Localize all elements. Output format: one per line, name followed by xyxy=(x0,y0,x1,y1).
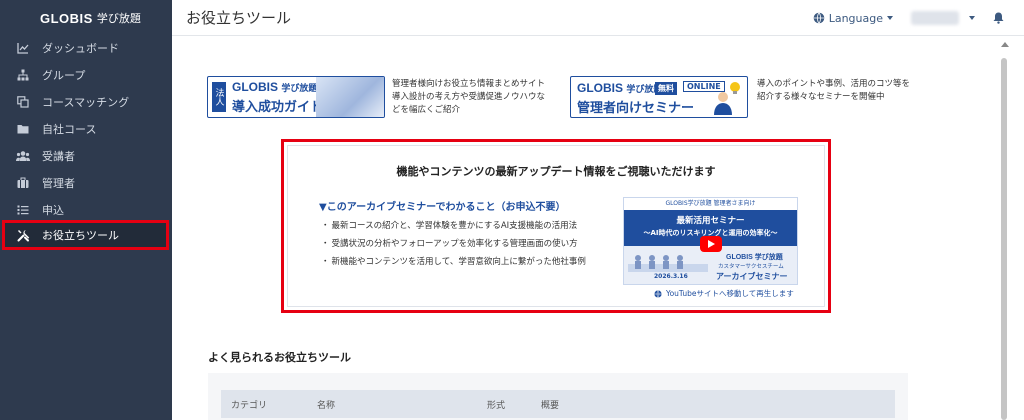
hierarchy-icon xyxy=(16,68,30,82)
logo-product: 学び放題 xyxy=(96,12,141,25)
banner-admin-seminar-description: 導入のポイントや事例、活用のコツ等を 紹介する様々なセミナーを開催中 xyxy=(757,79,911,102)
globis-logo[interactable]: GLOBIS 学び放題 xyxy=(0,0,172,36)
header-actions: Language xyxy=(813,0,1004,36)
featured-update-card: 機能やコンテンツの最新アップデート情報をご視聴いただけます ▼このアーカイブセミ… xyxy=(287,145,825,307)
sidebar-item-dashboard[interactable]: ダッシュボード xyxy=(0,34,172,62)
tools-icon xyxy=(16,228,30,242)
featured-heading: 機能やコンテンツの最新アップデート情報をご視聴いただけます xyxy=(396,165,716,178)
logo-brand: GLOBIS xyxy=(40,10,93,26)
table-header-row: カテゴリ 名称 形式 概要 xyxy=(221,390,895,418)
sidebar-item-useful-tools[interactable]: お役立ちツール xyxy=(2,220,169,250)
featured-subheading: ▼このアーカイブセミナーでわかること（お申込不要） xyxy=(319,202,566,213)
video-archive-label: アーカイブセミナー xyxy=(716,272,788,281)
sidebar-item-label: コースマッチング xyxy=(42,96,130,109)
sidebar-item-label: グループ xyxy=(42,69,86,82)
column-header-summary: 概要 xyxy=(541,401,560,411)
people-illustration-icon xyxy=(628,255,708,272)
banner-success-guide[interactable]: 法人 GLOBIS 学び放題 導入成功ガイド xyxy=(207,76,385,118)
banner-brand: GLOBIS xyxy=(577,81,624,95)
globe-icon xyxy=(654,289,662,298)
play-button[interactable] xyxy=(700,236,722,252)
users-icon xyxy=(16,149,30,163)
globe-icon xyxy=(813,12,825,24)
top-header: お役立ちツール Language xyxy=(172,0,1024,36)
scroll-up-arrow[interactable] xyxy=(1001,42,1009,47)
column-header-format: 形式 xyxy=(487,401,506,411)
column-header-category: カテゴリ xyxy=(231,401,268,411)
youtube-link[interactable]: YouTubeサイトへ移動して再生します xyxy=(654,288,794,299)
corporate-tag: 法人 xyxy=(212,82,226,112)
sidebar: GLOBIS 学び放題 ダッシュボード グループ コースマッチング 自社コース … xyxy=(0,0,172,420)
sidebar-item-label: 自社コース xyxy=(42,123,97,136)
scrollbar-thumb[interactable] xyxy=(1001,58,1007,420)
video-logo-sub: カスタマーサクセスチーム xyxy=(718,264,784,270)
sidebar-item-label: 受講者 xyxy=(42,150,75,163)
briefcase-icon xyxy=(16,176,30,190)
video-top-label: GLOBIS学び放題 管理者さま向け xyxy=(624,198,797,210)
banner-logo: GLOBIS 学び放題 xyxy=(577,81,662,95)
list-item: 最新コースの紹介と、学習体験を豊かにするAI支援機能の活用法 xyxy=(321,218,586,236)
free-badge: 無料 xyxy=(655,82,677,95)
banner-admin-seminar[interactable]: GLOBIS 学び放題 無料 ONLINE 管理者向けセミナー xyxy=(570,76,748,118)
banner-success-guide-description: 管理者様向けお役立ち情報まとめサイト 導入設計の考え方や受講促進ノウハウな どを… xyxy=(392,79,546,115)
chevron-down-icon xyxy=(969,16,975,20)
sidebar-item-label: 管理者 xyxy=(42,177,75,190)
folder-icon xyxy=(16,122,30,136)
section-title: よく見られるお役立ちツール xyxy=(208,351,351,364)
banner-photo xyxy=(316,77,384,117)
list-item: 受講状況の分析やフォローアップを効率化する管理画面の使い方 xyxy=(321,236,586,254)
page-title: お役立ちツール xyxy=(186,9,292,27)
column-header-name: 名称 xyxy=(317,401,336,411)
banner-title: 管理者向けセミナー xyxy=(577,101,695,116)
sidebar-item-course-matching[interactable]: コースマッチング xyxy=(0,88,172,116)
language-selector[interactable]: Language xyxy=(813,12,893,25)
sidebar-item-group[interactable]: グループ xyxy=(0,61,172,89)
featured-points-list: 最新コースの紹介と、学習体験を豊かにするAI支援機能の活用法 受講状況の分析やフ… xyxy=(321,218,586,272)
sidebar-item-label: お役立ちツール xyxy=(42,229,119,242)
copy-icon xyxy=(16,95,30,109)
featured-update-box: 機能やコンテンツの最新アップデート情報をご視聴いただけます ▼このアーカイブセミ… xyxy=(281,139,831,313)
user-menu[interactable] xyxy=(911,11,975,25)
sidebar-item-learners[interactable]: 受講者 xyxy=(0,142,172,170)
banner-brand: GLOBIS xyxy=(232,80,279,94)
bell-icon[interactable] xyxy=(993,9,1004,28)
lightbulb-person-icon xyxy=(714,82,740,115)
sidebar-item-label: 申込 xyxy=(42,204,64,217)
video-thumbnail[interactable]: GLOBIS学び放題 管理者さま向け 最新活用セミナー 〜AI時代のリスキリング… xyxy=(623,197,798,285)
user-name-redacted xyxy=(911,11,959,25)
video-title: 最新活用セミナー xyxy=(676,216,745,226)
youtube-link-label: YouTubeサイトへ移動して再生します xyxy=(666,289,794,298)
banner-product: 学び放題 xyxy=(281,83,318,93)
chevron-down-icon xyxy=(887,16,893,20)
banner-logo: GLOBIS 学び放題 xyxy=(232,80,317,94)
chart-icon xyxy=(16,41,30,55)
list-icon xyxy=(16,203,30,217)
sidebar-item-label: ダッシュボード xyxy=(42,42,119,55)
sidebar-item-own-course[interactable]: 自社コース xyxy=(0,115,172,143)
sidebar-item-admins[interactable]: 管理者 xyxy=(0,169,172,197)
video-logo: GLOBIS 学び放題 xyxy=(726,254,783,261)
banner-title: 導入成功ガイド xyxy=(232,100,324,115)
video-date: 2026.3.16 xyxy=(654,273,688,280)
language-label: Language xyxy=(828,11,883,25)
list-item: 新機能やコンテンツを活用して、学習意欲向上に繋がった他社事例 xyxy=(321,254,586,272)
